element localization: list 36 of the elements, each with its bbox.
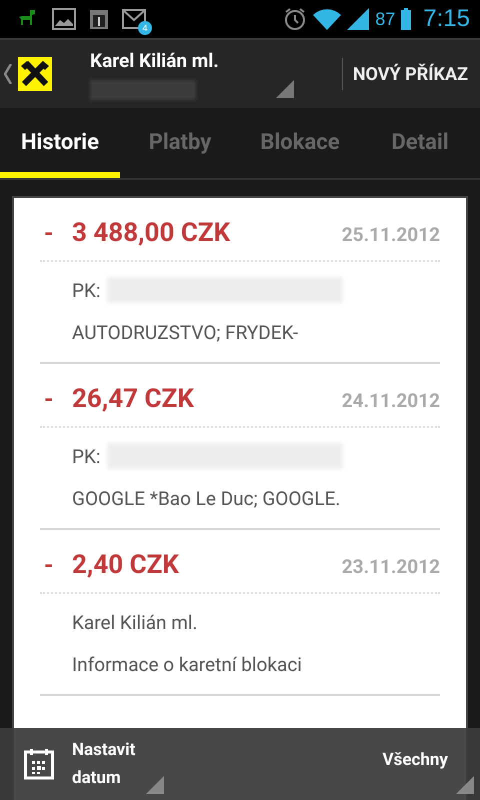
corner-caret-icon bbox=[456, 776, 474, 794]
corner-caret-icon bbox=[146, 776, 164, 794]
transaction-amount: 2,40 CZK bbox=[72, 550, 179, 580]
transaction-detail: Informace o karetní blokaci bbox=[72, 652, 302, 676]
transaction-detail: PK: bbox=[72, 278, 101, 302]
filter-dropdown[interactable]: Všechny bbox=[362, 728, 480, 800]
transaction-detail: Karel Kilián ml. bbox=[72, 610, 198, 634]
alarm-icon bbox=[283, 7, 308, 31]
clock: 7:15 bbox=[423, 5, 470, 33]
minus-sign: - bbox=[44, 385, 54, 413]
transaction-date: 24.11.2012 bbox=[342, 389, 440, 412]
transaction-detail: GOOGLE *Bao Le Duc; GOOGLE. bbox=[72, 486, 340, 510]
back-chevron-icon[interactable] bbox=[4, 64, 12, 84]
calendar-icon bbox=[24, 748, 54, 780]
minus-sign: - bbox=[44, 551, 54, 579]
transaction-amount: 3 488,00 CZK bbox=[72, 218, 230, 248]
account-name[interactable]: Karel Kilián ml. bbox=[90, 48, 342, 72]
calendar-icon bbox=[90, 9, 108, 29]
transaction-date: 23.11.2012 bbox=[342, 555, 440, 578]
notification-badge: 4 bbox=[138, 21, 152, 35]
transaction-date: 25.11.2012 bbox=[342, 223, 440, 246]
new-order-button[interactable]: NOVÝ PŘÍKAZ bbox=[342, 40, 480, 108]
mail-icon bbox=[122, 9, 146, 29]
minus-sign: - bbox=[44, 219, 54, 247]
battery-level: 87 bbox=[375, 8, 396, 30]
transaction-detail: AUTODRUZSTVO; FRYDEK- bbox=[72, 320, 298, 344]
tab[interactable]: Historie bbox=[0, 108, 120, 178]
signal-icon bbox=[347, 8, 370, 30]
bank-logo[interactable] bbox=[18, 57, 52, 91]
battery-icon bbox=[401, 8, 412, 30]
corner-caret-icon bbox=[276, 80, 294, 98]
wifi-icon bbox=[313, 8, 342, 30]
transaction-amount: 26,47 CZK bbox=[72, 384, 194, 414]
set-date-button[interactable]: Nastavit datum bbox=[0, 728, 172, 800]
image-icon bbox=[52, 8, 76, 30]
transaction-detail: PK: bbox=[72, 444, 101, 468]
